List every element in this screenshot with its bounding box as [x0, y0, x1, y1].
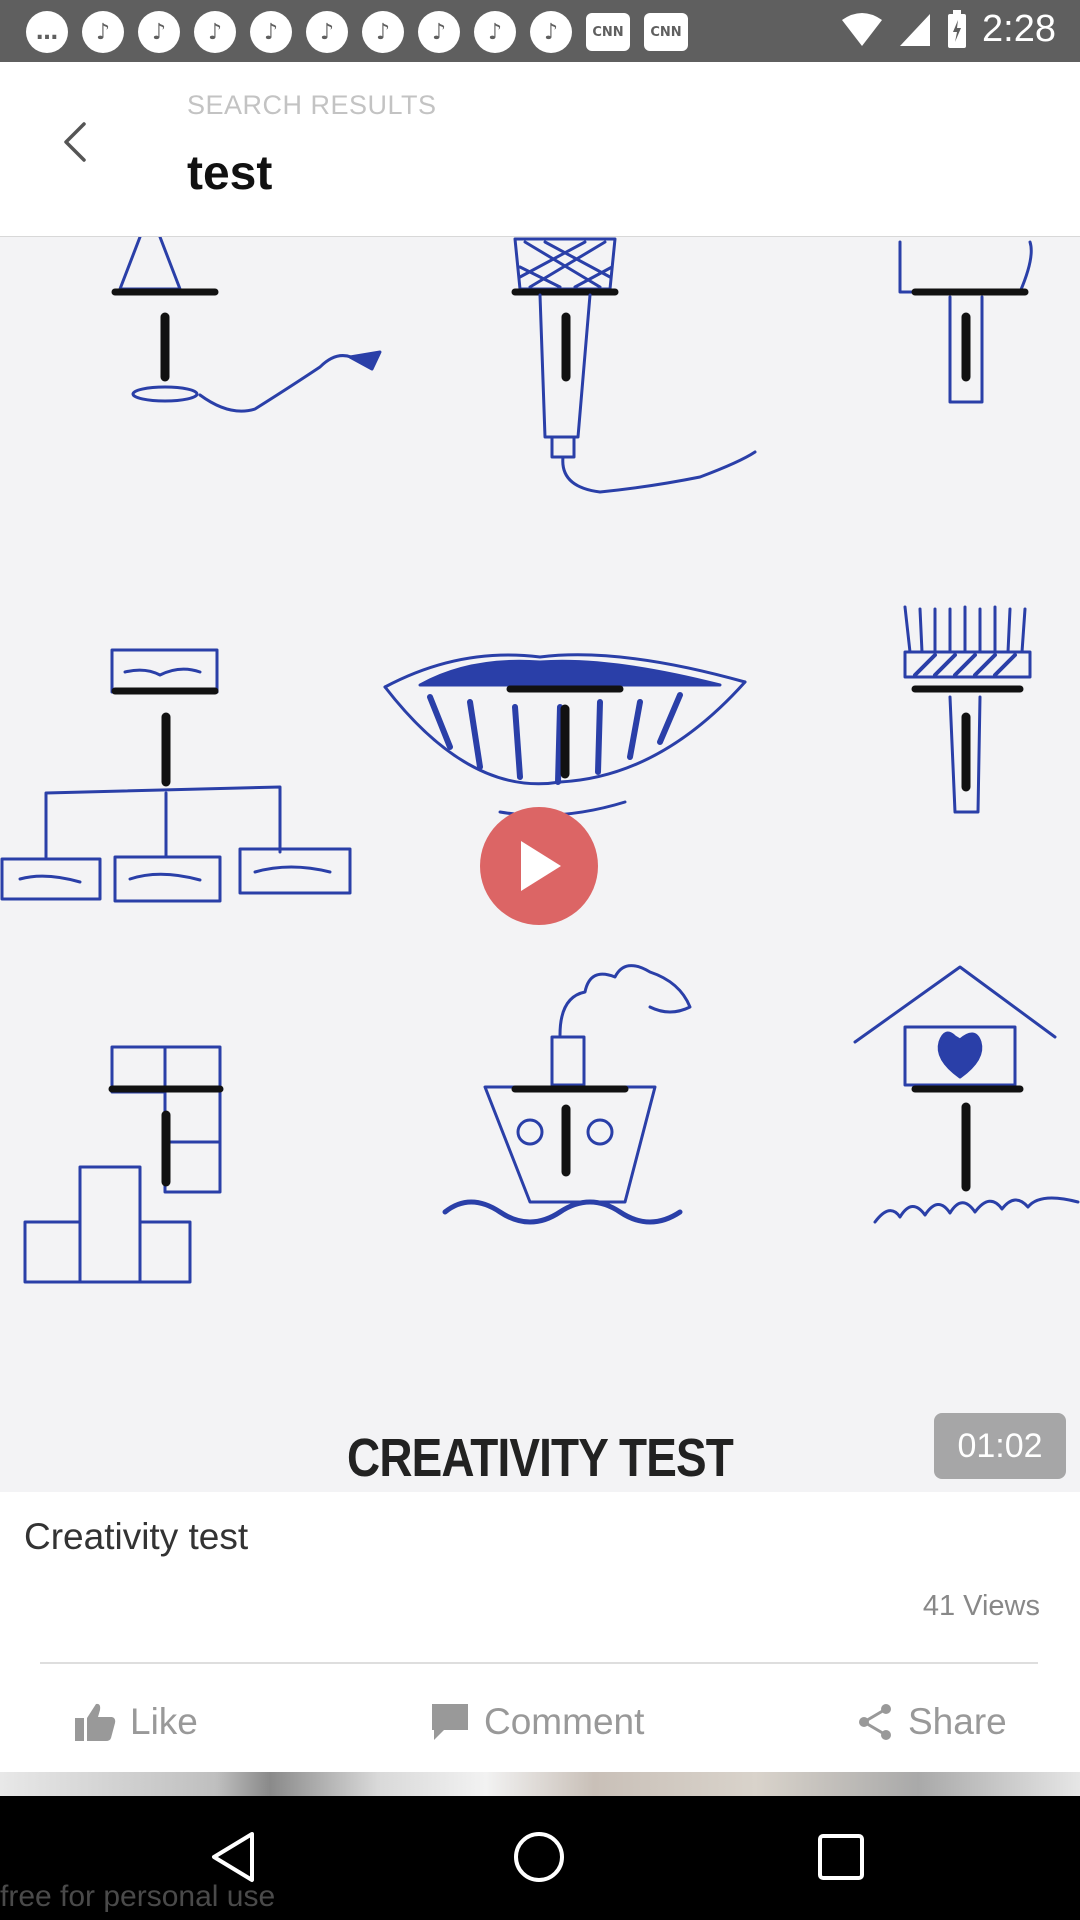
like-label: Like: [130, 1701, 198, 1742]
chevron-left-icon: [64, 122, 86, 162]
notification-icon: ♪: [530, 11, 572, 53]
square-recents-icon: [818, 1834, 864, 1880]
back-button[interactable]: [50, 112, 100, 172]
triangle-back-icon: [212, 1832, 254, 1882]
nav-home-button[interactable]: [506, 1824, 572, 1890]
notification-icon: ♪: [306, 11, 348, 53]
clock: 2:28: [982, 8, 1056, 50]
comment-icon: [432, 1704, 468, 1740]
notification-icon: ♪: [474, 11, 516, 53]
page-subtitle: SEARCH RESULTS: [187, 90, 437, 120]
cnn-icon: CNN: [644, 13, 688, 51]
comment-button[interactable]: Comment: [430, 1690, 644, 1754]
notification-icons: … ♪ ♪ ♪ ♪ ♪ ♪ ♪ ♪ ♪ CNN CNN: [26, 11, 688, 53]
next-card-preview[interactable]: [0, 1772, 1080, 1796]
duration-badge: 01:02: [934, 1413, 1066, 1479]
notification-icon: ♪: [418, 11, 460, 53]
cnn-icon: CNN: [586, 13, 630, 51]
video-caption: CREATIVITY TEST: [347, 1428, 734, 1488]
play-button[interactable]: [480, 807, 598, 925]
view-count: 41 Views: [922, 1590, 1040, 1622]
action-bar: Like Comment Share: [0, 1690, 1080, 1754]
circle-home-icon: [514, 1832, 564, 1882]
status-bar: … ♪ ♪ ♪ ♪ ♪ ♪ ♪ ♪ ♪ CNN CNN 2:28: [0, 0, 1080, 62]
share-label: Share: [908, 1701, 1007, 1742]
notification-icon: ♪: [362, 11, 404, 53]
share-button[interactable]: Share: [856, 1690, 1007, 1754]
divider: [40, 1662, 1038, 1664]
notification-icon: ♪: [194, 11, 236, 53]
app-header: SEARCH RESULTS test: [0, 62, 1080, 238]
notification-icon: ♪: [138, 11, 180, 53]
video-thumbnail[interactable]: CREATIVITY TEST 01:02: [0, 237, 1080, 1492]
thumbs-up-icon: [75, 1703, 116, 1741]
comment-label: Comment: [484, 1701, 645, 1742]
nav-recents-button[interactable]: [808, 1824, 874, 1890]
message-icon: …: [26, 11, 68, 53]
video-title[interactable]: Creativity test: [24, 1516, 248, 1558]
wifi-icon: [842, 12, 883, 46]
share-icon: [859, 1704, 891, 1740]
watermark-text: free for personal use: [0, 1880, 276, 1913]
signal-icon: [900, 13, 931, 46]
like-button[interactable]: Like: [74, 1690, 198, 1754]
notification-icon: ♪: [82, 11, 124, 53]
page-title: test: [187, 147, 273, 200]
play-icon: [521, 841, 561, 891]
battery-icon: [948, 9, 967, 48]
notification-icon: ♪: [250, 11, 292, 53]
